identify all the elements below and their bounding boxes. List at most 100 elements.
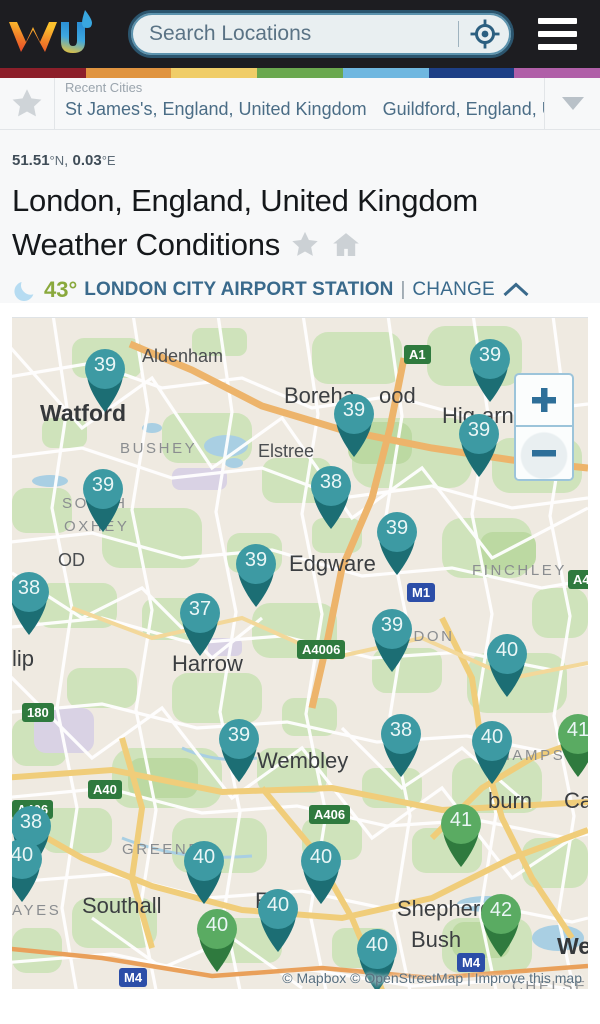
weather-station-marker[interactable]: 40 bbox=[479, 627, 535, 699]
weather-station-marker[interactable]: 40 bbox=[189, 902, 245, 974]
triangle-down-icon bbox=[561, 97, 584, 110]
map-pin-icon bbox=[311, 466, 351, 529]
chevron-up-icon bbox=[503, 282, 529, 297]
star-icon bbox=[12, 89, 42, 117]
map-pin-icon bbox=[236, 544, 276, 607]
weather-station-marker[interactable]: 38 bbox=[373, 707, 429, 779]
change-station-link[interactable]: CHANGE bbox=[412, 279, 495, 301]
map-pin-icon bbox=[481, 894, 521, 957]
weather-station-marker[interactable]: 39 bbox=[462, 332, 518, 404]
map-pin-icon bbox=[334, 394, 374, 457]
rainbow-segment bbox=[428, 68, 515, 78]
hamburger-line bbox=[537, 44, 577, 50]
rainbow-segment bbox=[85, 68, 172, 78]
rainbow-segment bbox=[171, 68, 258, 78]
crosshair-locate-icon bbox=[470, 19, 500, 49]
latitude-value: 51.51 bbox=[12, 152, 50, 169]
recent-cities-items: St James's, England, United Kingdom Guil… bbox=[63, 96, 544, 122]
map-pin-icon bbox=[470, 339, 510, 402]
weather-station-marker[interactable]: 37 bbox=[172, 586, 228, 658]
weather-station-marker[interactable]: 39 bbox=[364, 602, 420, 674]
zoom-in-button[interactable] bbox=[516, 375, 572, 427]
star-icon bbox=[292, 231, 318, 256]
weather-station-map[interactable]: Aldenham Watford BUSHEY Boreha ood Elstree Hig… bbox=[12, 317, 588, 989]
wunderground-logo[interactable] bbox=[0, 0, 110, 68]
longitude-unit: °E bbox=[101, 153, 116, 168]
attribution-divider: | bbox=[467, 970, 471, 986]
map-pin-icon bbox=[441, 804, 481, 867]
attribution-mapbox[interactable]: © Mapbox bbox=[282, 970, 346, 986]
station-row: 43° LONDON CITY AIRPORT STATION | CHANGE bbox=[12, 277, 588, 303]
map-pin-icon bbox=[184, 841, 224, 904]
current-temperature: 43° bbox=[44, 277, 78, 302]
search-input[interactable] bbox=[131, 13, 458, 55]
map-pin-icon bbox=[377, 512, 417, 575]
map-pin-icon bbox=[197, 909, 237, 972]
plus-icon bbox=[532, 388, 556, 412]
crescent-moon-icon bbox=[12, 278, 37, 303]
weather-station-marker[interactable]: 40 bbox=[250, 882, 306, 954]
wu-logo-icon bbox=[9, 10, 92, 53]
map-pin-icon bbox=[12, 572, 49, 635]
weather-station-marker[interactable]: 39 bbox=[75, 462, 131, 534]
weather-station-marker[interactable]: 39 bbox=[451, 407, 507, 479]
weather-station-marker[interactable]: 39 bbox=[211, 712, 267, 784]
recent-city-item[interactable]: St James's, England, United Kingdom bbox=[65, 96, 367, 122]
minus-icon bbox=[532, 450, 556, 457]
weather-station-marker[interactable]: 39 bbox=[369, 505, 425, 577]
map-attribution: © Mapbox © OpenStreetMap | Improve this … bbox=[282, 970, 582, 986]
weather-station-marker[interactable]: 40 bbox=[176, 834, 232, 906]
map-pin-icon bbox=[12, 839, 42, 902]
map-pin-icon bbox=[258, 889, 298, 952]
favorites-star-button[interactable] bbox=[0, 78, 55, 129]
map-pin-icon bbox=[83, 469, 123, 532]
collapse-toggle-button[interactable] bbox=[502, 280, 530, 300]
rainbow-segment bbox=[0, 68, 86, 78]
set-home-button[interactable] bbox=[330, 227, 362, 271]
map-pin-icon bbox=[459, 414, 499, 477]
map-pin-icon bbox=[381, 714, 421, 777]
weather-station-marker[interactable]: 38 bbox=[303, 459, 359, 531]
rainbow-accent-bar bbox=[0, 68, 600, 78]
separator: | bbox=[400, 279, 406, 300]
weather-station-marker[interactable]: 40 bbox=[464, 714, 520, 786]
attribution-osm[interactable]: © OpenStreetMap bbox=[350, 970, 463, 986]
map-pin-icon bbox=[85, 349, 125, 412]
zoom-out-button[interactable] bbox=[516, 427, 572, 479]
house-icon bbox=[333, 233, 359, 256]
map-pin-icon bbox=[219, 719, 259, 782]
weather-station-marker[interactable]: 38 bbox=[12, 565, 57, 637]
map-pin-icon bbox=[472, 721, 512, 784]
map-zoom-controls[interactable] bbox=[514, 373, 574, 481]
search-bar[interactable] bbox=[128, 10, 514, 58]
recent-cities-bar: Recent Cities St James's, England, Unite… bbox=[0, 78, 600, 130]
weather-station-marker[interactable]: 39 bbox=[77, 342, 133, 414]
map-pin-icon bbox=[180, 593, 220, 656]
hamburger-line bbox=[537, 18, 577, 24]
recent-cities-dropdown-button[interactable] bbox=[544, 78, 600, 129]
weather-station-marker[interactable]: 42 bbox=[473, 887, 529, 959]
page-title: London, England, United Kingdom Weather … bbox=[12, 179, 588, 271]
weather-station-marker[interactable]: 39 bbox=[228, 537, 284, 609]
weather-station-marker[interactable]: 41 bbox=[433, 797, 489, 869]
map-pin-icon bbox=[558, 714, 588, 777]
locate-me-button[interactable] bbox=[459, 13, 511, 55]
rainbow-segment bbox=[514, 68, 600, 78]
map-pin-icon bbox=[487, 634, 527, 697]
recent-city-item[interactable]: Guildford, England, Un bbox=[383, 96, 544, 122]
weather-station-marker[interactable]: 40 bbox=[12, 832, 50, 904]
favorite-star-button[interactable] bbox=[290, 227, 320, 271]
longitude-value: 0.03 bbox=[72, 152, 102, 169]
latitude-unit: °N bbox=[49, 153, 65, 168]
location-header: 51.51°N, 0.03°E London, England, United … bbox=[0, 130, 600, 303]
top-navigation-bar bbox=[0, 0, 600, 68]
station-name-link[interactable]: LONDON CITY AIRPORT STATION bbox=[84, 279, 393, 301]
weather-station-marker[interactable]: 39 bbox=[326, 387, 382, 459]
coordinates: 51.51°N, 0.03°E bbox=[12, 152, 116, 169]
recent-cities-label: Recent Cities bbox=[65, 80, 143, 95]
attribution-improve-link[interactable]: Improve this map bbox=[475, 970, 582, 986]
rainbow-segment bbox=[342, 68, 429, 78]
hamburger-menu-button[interactable] bbox=[514, 0, 600, 68]
page-title-text: London, England, United Kingdom Weather … bbox=[12, 183, 479, 262]
weather-station-marker[interactable]: 41 bbox=[550, 707, 588, 779]
